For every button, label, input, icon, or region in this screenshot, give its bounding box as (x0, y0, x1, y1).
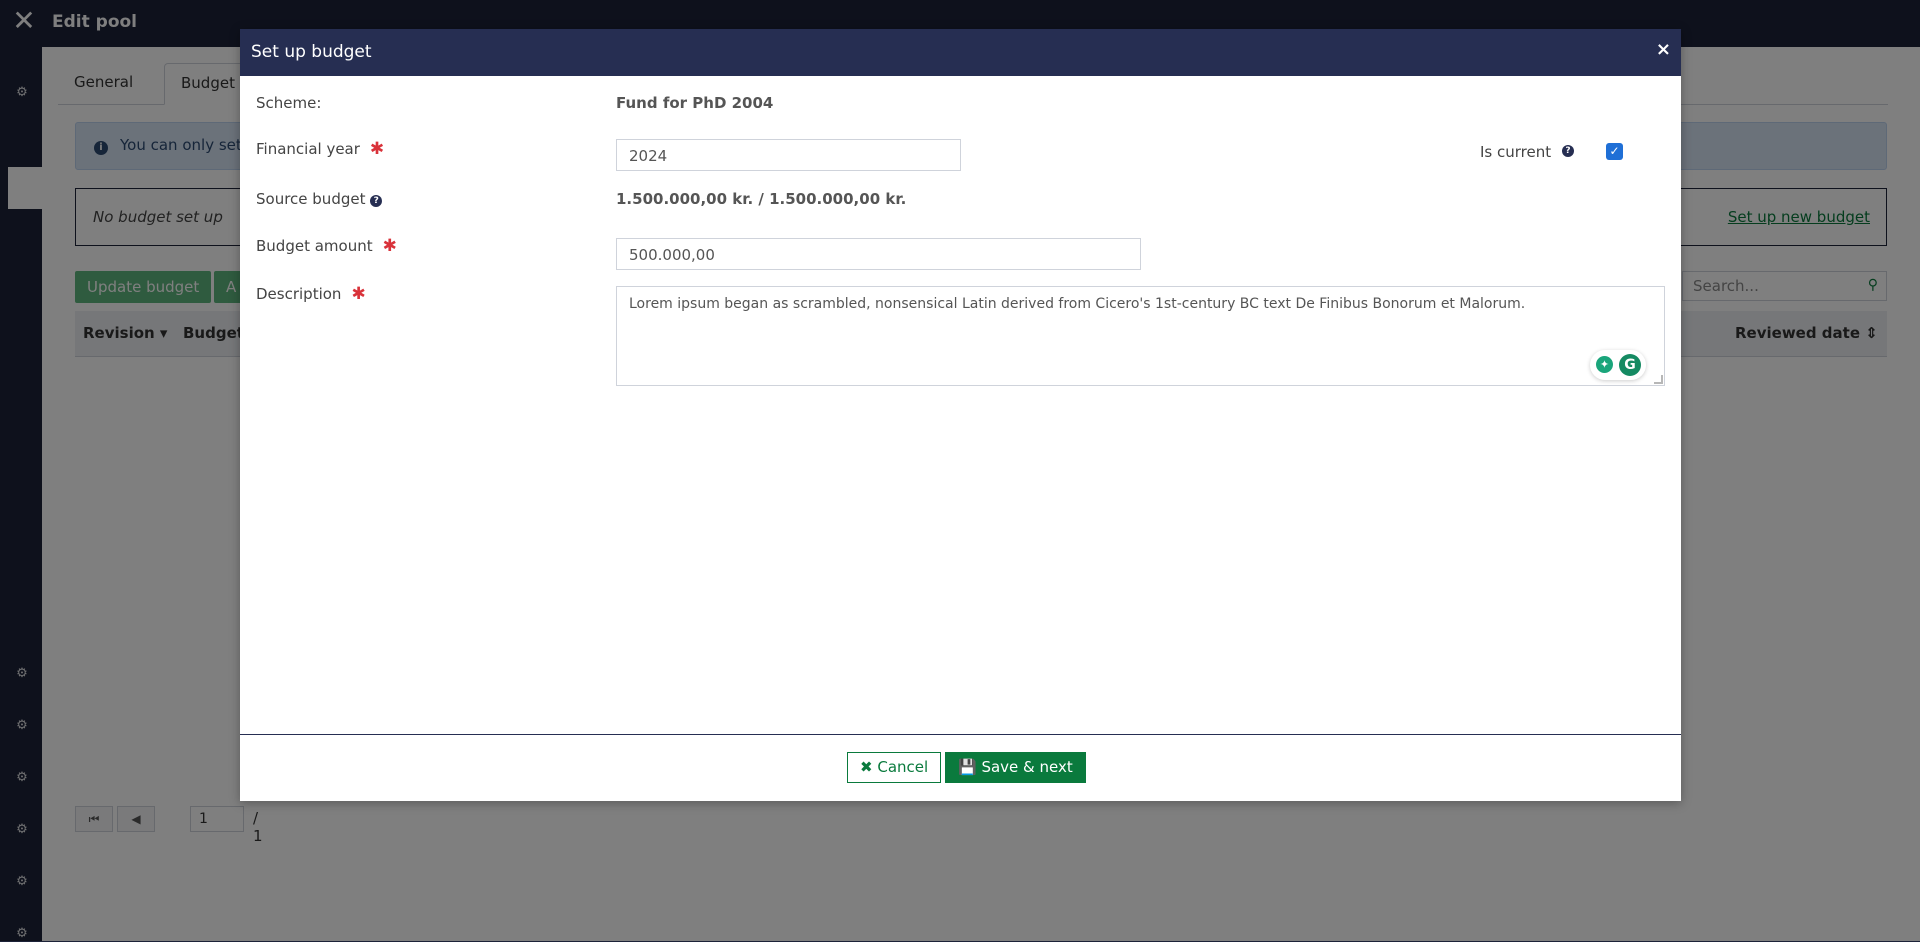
financial-year-label: Financial year ✱ (256, 139, 384, 159)
help-icon[interactable]: ? (1562, 145, 1574, 157)
required-icon: ✱ (351, 284, 366, 304)
save-and-next-button[interactable]: 💾 Save & next (945, 752, 1086, 783)
cancel-x-icon: ✖ (860, 758, 873, 776)
is-current-checkbox[interactable]: ✓ (1606, 143, 1623, 160)
source-budget-label: Source budget ? (256, 190, 383, 208)
budget-amount-label: Budget amount ✱ (256, 236, 397, 256)
scheme-label: Scheme: (256, 94, 322, 112)
description-label: Description ✱ (256, 284, 366, 304)
lightbulb-icon[interactable]: ✦ (1596, 356, 1613, 373)
budget-amount-field[interactable]: 500.000,00 (616, 238, 1141, 270)
save-icon: 💾 (958, 758, 977, 776)
cancel-button-label: Cancel (877, 758, 929, 776)
description-field[interactable]: Lorem ipsum began as scrambled, nonsensi… (616, 286, 1665, 386)
help-icon[interactable]: ? (370, 195, 383, 207)
scheme-value: Fund for PhD 2004 (616, 94, 774, 112)
dialog-title: Set up budget (251, 42, 372, 62)
resize-handle-icon[interactable] (1654, 375, 1663, 384)
budget-amount-label-text: Budget amount (256, 237, 373, 255)
set-up-budget-dialog: Set up budget × Scheme: Fund for PhD 200… (240, 29, 1681, 801)
description-label-text: Description (256, 285, 342, 303)
save-button-label: Save & next (981, 758, 1073, 776)
close-icon[interactable]: × (1656, 41, 1671, 59)
financial-year-label-text: Financial year (256, 140, 360, 158)
dialog-footer: ✖ Cancel 💾 Save & next (240, 734, 1681, 801)
required-icon: ✱ (382, 236, 397, 256)
grammarly-widget[interactable]: ✦ G (1590, 350, 1646, 380)
grammarly-icon[interactable]: G (1619, 354, 1641, 376)
dialog-header: Set up budget × (240, 29, 1681, 76)
financial-year-field[interactable]: 2024 (616, 139, 961, 171)
source-budget-label-text: Source budget (256, 190, 366, 208)
required-icon: ✱ (369, 139, 385, 159)
cancel-button[interactable]: ✖ Cancel (847, 752, 942, 783)
is-current-label: Is current (1480, 143, 1552, 161)
source-budget-value: 1.500.000,00 kr. / 1.500.000,00 kr. (616, 190, 907, 208)
